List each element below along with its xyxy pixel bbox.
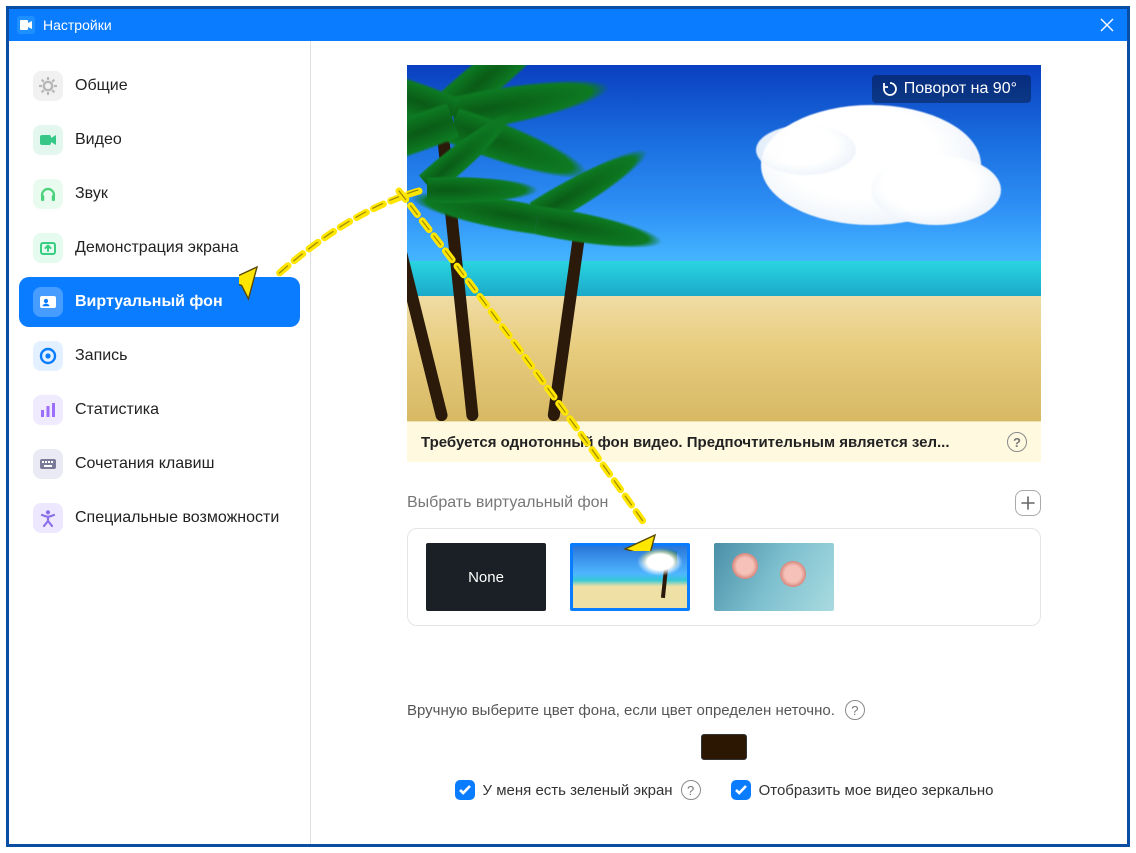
green-screen-checkbox[interactable] — [455, 780, 475, 800]
share-icon — [33, 233, 63, 263]
sidebar-item-label: Демонстрация экрана — [75, 238, 239, 258]
mirror-video-checkbox[interactable] — [731, 780, 751, 800]
chart-icon — [33, 395, 63, 425]
record-icon — [33, 341, 63, 371]
background-color-swatch[interactable] — [701, 734, 747, 760]
sidebar-item-record[interactable]: Запись — [19, 331, 300, 381]
camera-icon — [33, 125, 63, 155]
background-option-beach[interactable] — [570, 543, 690, 611]
background-option-flowers[interactable] — [714, 543, 834, 611]
gear-icon — [33, 71, 63, 101]
sidebar-item-gear[interactable]: Общие — [19, 61, 300, 111]
background-option-none[interactable]: None — [426, 543, 546, 611]
sidebar-item-label: Звук — [75, 184, 108, 204]
sidebar-item-label: Виртуальный фон — [75, 292, 223, 312]
sidebar-item-accessibility[interactable]: Специальные возможности — [19, 493, 300, 543]
rotate-90-label: Поворот на 90° — [904, 80, 1017, 98]
none-label: None — [468, 569, 504, 586]
warning-bar: Требуется однотонный фон видео. Предпочт… — [407, 421, 1041, 462]
sidebar-item-label: Общие — [75, 76, 128, 96]
rotate-90-button[interactable]: Поворот на 90° — [872, 75, 1031, 103]
background-thumbnails: None — [407, 528, 1041, 626]
sidebar-item-label: Запись — [75, 346, 128, 366]
sidebar-item-contact[interactable]: Виртуальный фон — [19, 277, 300, 327]
close-button[interactable] — [1095, 13, 1119, 37]
sidebar-item-label: Видео — [75, 130, 122, 150]
keyboard-icon — [33, 449, 63, 479]
main-pane: Поворот на 90° Требуется однотонный фон … — [311, 41, 1127, 844]
manual-color-text: Вручную выберите цвет фона, если цвет оп… — [407, 702, 835, 719]
help-icon[interactable]: ? — [681, 780, 701, 800]
app-icon — [17, 16, 35, 34]
plus-icon — [1021, 496, 1035, 510]
headphones-icon — [33, 179, 63, 209]
sidebar-item-share[interactable]: Демонстрация экрана — [19, 223, 300, 273]
checkboxes-row: У меня есть зеленый экран ? Отобразить м… — [407, 780, 1041, 800]
window-title: Настройки — [43, 17, 112, 33]
video-preview: Поворот на 90° — [407, 65, 1041, 421]
sidebar-item-camera[interactable]: Видео — [19, 115, 300, 165]
sidebar-item-headphones[interactable]: Звук — [19, 169, 300, 219]
help-icon[interactable]: ? — [1007, 432, 1027, 452]
rotate-icon — [882, 81, 898, 97]
green-screen-label: У меня есть зеленый экран — [483, 782, 673, 799]
manual-color-row: Вручную выберите цвет фона, если цвет оп… — [407, 700, 1041, 720]
sidebar-item-chart[interactable]: Статистика — [19, 385, 300, 435]
contact-icon — [33, 287, 63, 317]
sidebar: Общие Видео Звук Демонстрация экрана Виртуал… — [9, 41, 311, 844]
mirror-video-label: Отобразить мое видео зеркально — [759, 782, 994, 799]
select-background-title: Выбрать виртуальный фон — [407, 494, 608, 512]
sidebar-item-label: Статистика — [75, 400, 159, 420]
titlebar: Настройки — [9, 9, 1127, 41]
settings-window: Настройки Общие Видео Звук Демонстрация экр… — [6, 6, 1130, 847]
help-icon[interactable]: ? — [845, 700, 865, 720]
warning-text: Требуется однотонный фон видео. Предпочт… — [421, 434, 950, 451]
sidebar-item-label: Сочетания клавиш — [75, 454, 214, 474]
sidebar-item-keyboard[interactable]: Сочетания клавиш — [19, 439, 300, 489]
accessibility-icon — [33, 503, 63, 533]
sidebar-item-label: Специальные возможности — [75, 508, 279, 528]
add-background-button[interactable] — [1015, 490, 1041, 516]
select-background-header: Выбрать виртуальный фон — [407, 490, 1041, 516]
